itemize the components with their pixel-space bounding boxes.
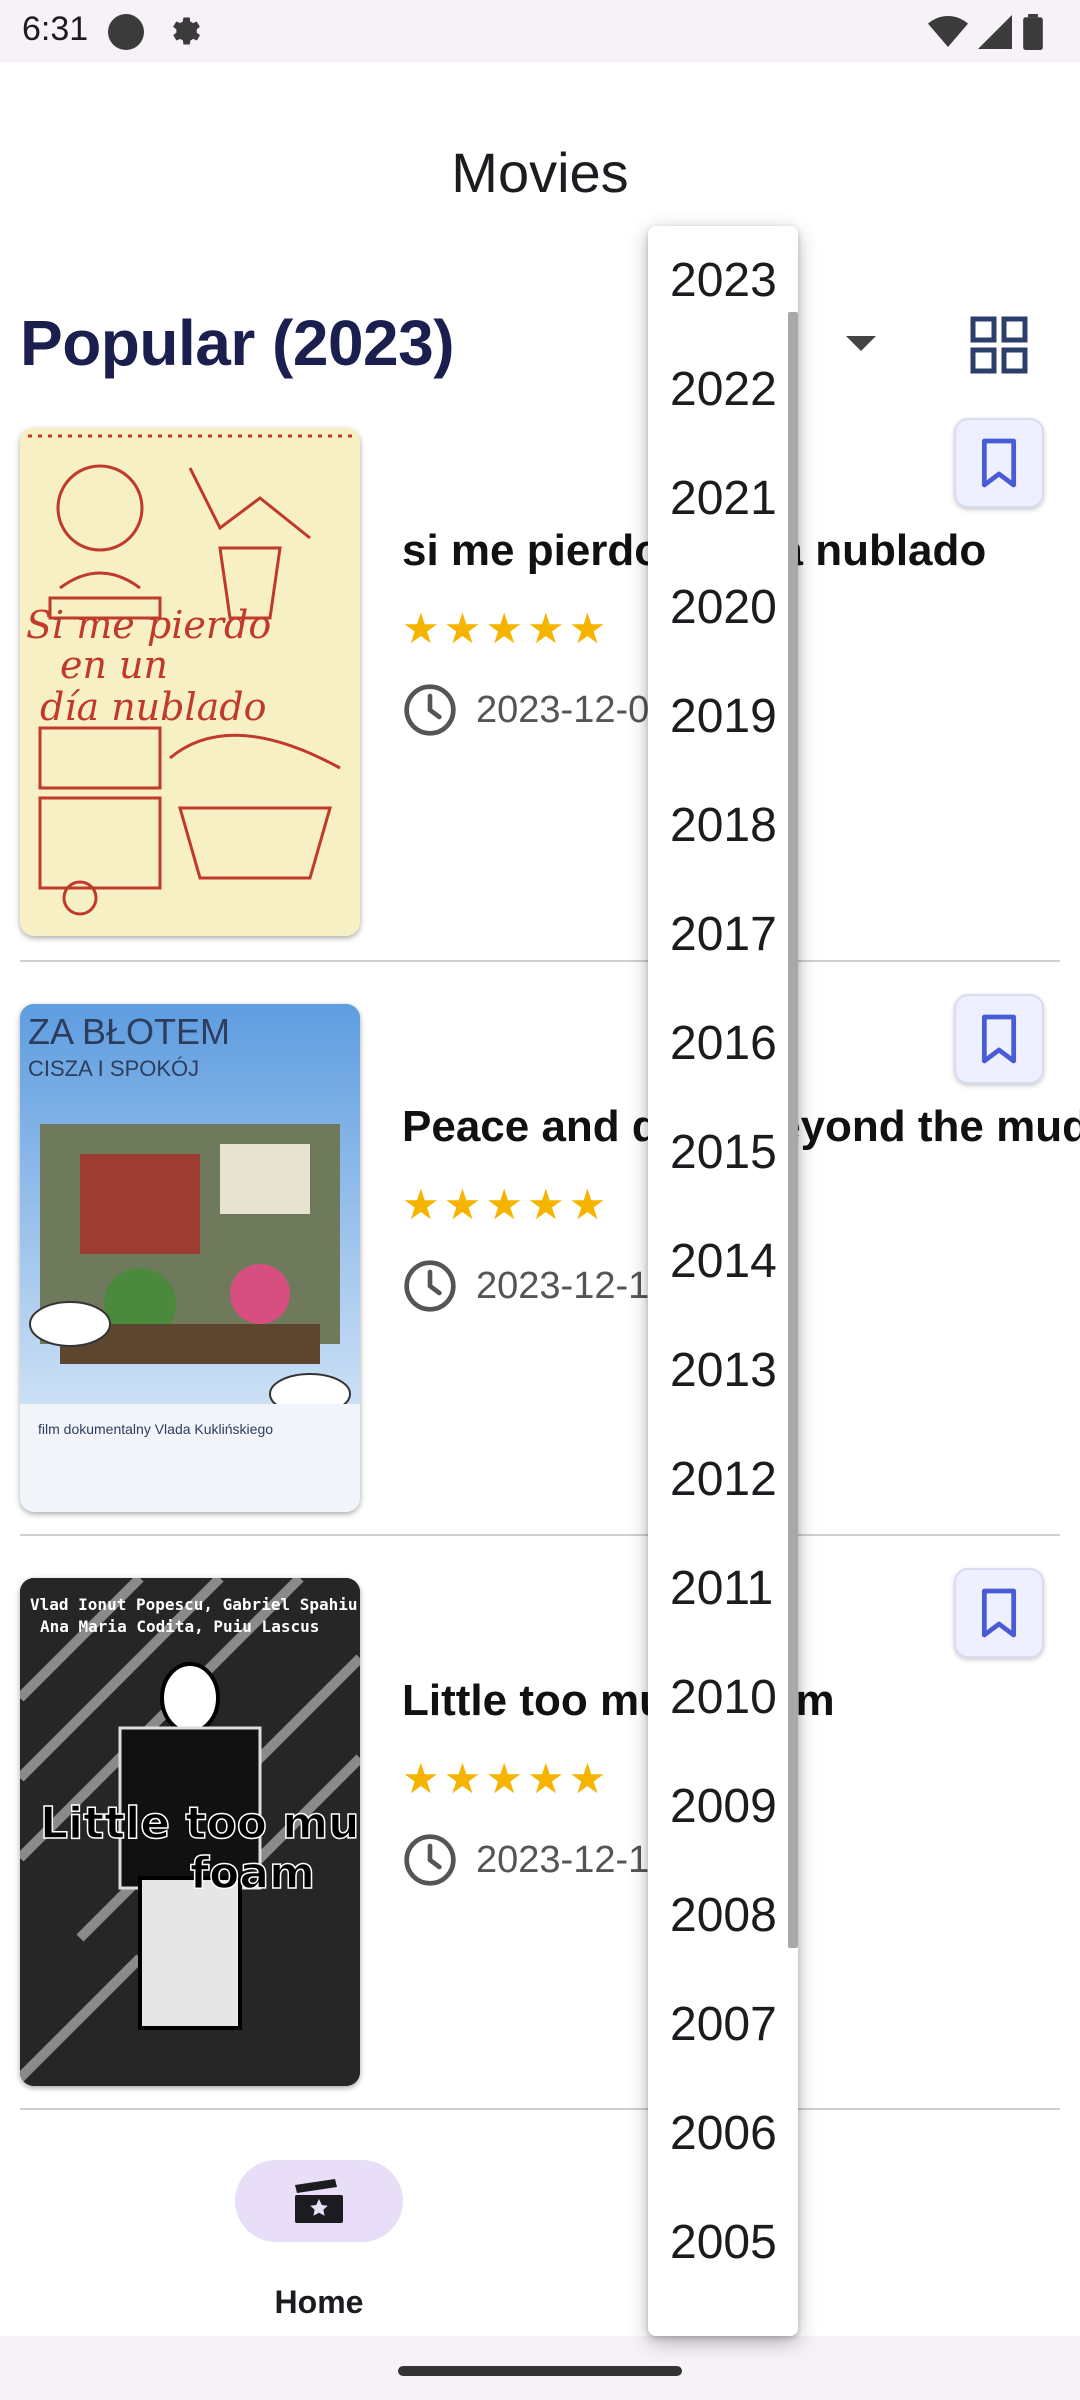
year-option[interactable]: 2008 [648,1861,798,1970]
movie-card[interactable]: Vlad Ionut Popescu, Gabriel Spahiu, Ana … [20,1568,1060,2088]
divider [20,2108,1060,2110]
release-date: 2023-12-1 [476,1838,650,1881]
year-option[interactable]: 2019 [648,662,798,771]
cell-signal-icon [978,15,1012,49]
movie-poster[interactable]: Si me pierdo en un día nublado [20,428,360,936]
year-option[interactable]: 2016 [648,989,798,1098]
year-option[interactable]: 2005 [648,2188,798,2297]
year-option[interactable]: 2017 [648,880,798,989]
star-icon: ★ [568,605,607,652]
bookmark-button[interactable] [954,994,1044,1084]
year-option[interactable]: 2020 [648,553,798,662]
poster-text: film dokumentalny Vlada Kuklińskiego [38,1421,273,1437]
poster-text: Little too much [40,1798,360,1849]
poster-text: Ana Maria Codita, Puiu Lascus [40,1617,319,1636]
year-option[interactable]: 2009 [648,1752,798,1861]
year-dropdown-menu: 2023 2022 2021 2020 2019 2018 2017 2016 … [648,226,798,2336]
release-date-row: 2023-12-1 [402,1832,649,1888]
star-icon: ★ [485,1755,523,1802]
bookmark-button[interactable] [954,418,1044,508]
battery-icon [1023,14,1043,50]
menu-scrollbar[interactable] [788,312,798,1948]
home-gesture-bar[interactable] [398,2366,682,2376]
year-option[interactable]: 2013 [648,1316,798,1425]
star-icon: ★ [402,605,440,652]
nav-home-label[interactable]: Home [230,2284,408,2321]
year-dropdown-arrow-icon[interactable] [846,336,876,351]
movie-clapperboard-icon [295,2179,343,2223]
year-option[interactable]: 2010 [648,1643,798,1752]
movie-poster[interactable]: Vlad Ionut Popescu, Gabriel Spahiu, Ana … [20,1578,360,2086]
poster-text: en un [60,643,168,687]
year-option[interactable]: 2022 [648,335,798,444]
bookmark-icon [981,1588,1017,1638]
clock-icon [404,1834,456,1886]
movie-card[interactable]: ZA BŁOTEM CISZA I SPOKÓJ film dokumental… [20,994,1080,1514]
poster-text: Si me pierdo [26,603,271,647]
star-icon: ★ [443,605,482,652]
poster-text: foam [190,1848,315,1899]
rating-stars: ★ ★ ★ ★ ★ [402,608,606,650]
year-option[interactable]: 2023 [648,226,798,335]
app-title: Movies [451,141,629,204]
year-option[interactable]: 2014 [648,1207,798,1316]
nav-home-button[interactable] [235,2160,403,2242]
star-icon: ★ [526,605,565,652]
year-option[interactable]: 2006 [648,2079,798,2188]
star-icon: ★ [402,1181,440,1228]
year-option[interactable]: 2007 [648,1970,798,2079]
status-time: 6:31 [22,10,89,48]
bottom-navigation: Home es [0,2130,1080,2330]
movie-poster[interactable]: ZA BŁOTEM CISZA I SPOKÓJ film dokumental… [20,1004,360,1512]
release-date-row: 2023-12-0 [402,682,649,738]
star-icon: ★ [485,605,523,652]
year-option[interactable]: 2012 [648,1425,798,1534]
star-icon: ★ [526,1181,565,1228]
rating-stars: ★ ★ ★ ★ ★ [402,1758,606,1800]
settings-gear-icon [166,12,204,55]
star-icon: ★ [402,1755,440,1802]
poster-text: Vlad Ionut Popescu, Gabriel Spahiu, [30,1595,360,1614]
year-option[interactable]: 2018 [648,771,798,880]
wifi-icon [928,16,968,47]
section-title: Popular (2023) [20,307,455,379]
bookmark-button[interactable] [954,1568,1044,1658]
star-icon: ★ [526,1755,565,1802]
star-icon: ★ [568,1755,607,1802]
rating-stars: ★ ★ ★ ★ ★ [402,1184,606,1226]
star-icon: ★ [443,1755,482,1802]
divider [20,1534,1060,1536]
release-date-row: 2023-12-1 [402,1258,649,1314]
status-icons [928,14,1044,50]
clock-icon [404,1260,456,1312]
star-icon: ★ [485,1181,523,1228]
clock-icon [404,684,456,736]
poster-text: ZA BŁOTEM [28,1011,230,1052]
release-date: 2023-12-0 [476,688,650,731]
star-icon: ★ [443,1181,482,1228]
divider [20,960,1060,962]
movie-card[interactable]: Si me pierdo en un día nublado si me pie… [20,418,1060,938]
grid-view-toggle-icon[interactable] [970,316,1028,374]
star-icon: ★ [568,1181,607,1228]
year-option[interactable]: 2021 [648,444,798,553]
poster-text: CISZA I SPOKÓJ [28,1056,199,1081]
status-bar: 6:31 [0,0,1080,62]
release-date: 2023-12-1 [476,1264,650,1307]
poster-text: día nublado [40,685,267,729]
year-option[interactable]: 2015 [648,1098,798,1207]
bookmark-icon [981,1014,1017,1064]
notification-dot-icon [108,14,144,50]
bookmark-icon [981,438,1017,488]
year-option[interactable]: 2011 [648,1534,798,1643]
